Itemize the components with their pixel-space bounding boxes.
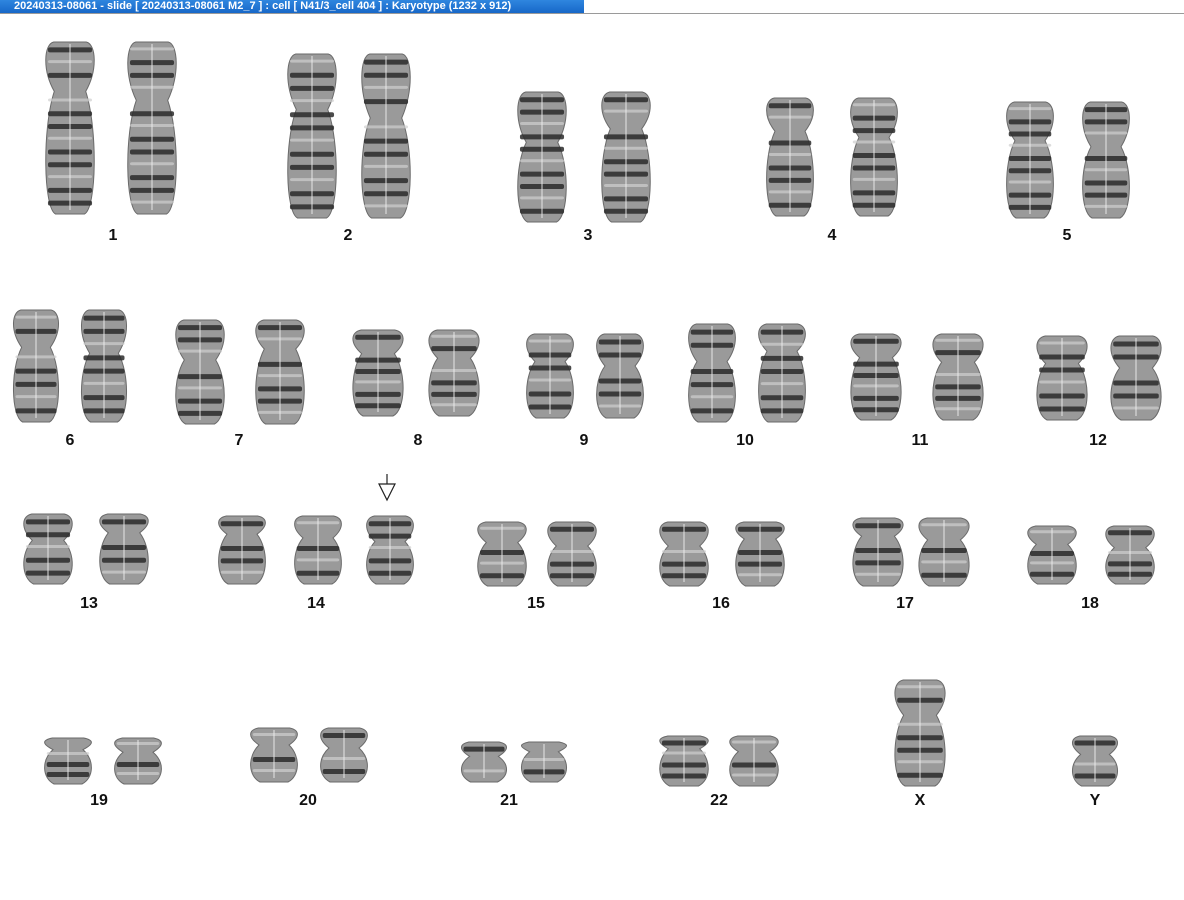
chromosome-label-22: 22: [710, 792, 728, 809]
abnormality-arrow-icon: [378, 474, 396, 502]
chromosome-4-1[interactable]: [762, 94, 818, 218]
chromosome-16-1[interactable]: [655, 518, 713, 588]
chromosome-14-1[interactable]: [214, 512, 270, 586]
chromosome-14-3[interactable]: [362, 512, 418, 586]
chromosome-5-2[interactable]: [1078, 98, 1134, 220]
chromosome-label-3: 3: [583, 227, 593, 244]
chromosome-12-1[interactable]: [1032, 332, 1092, 422]
title-divider: [0, 13, 1184, 14]
chromosome-4-2[interactable]: [846, 94, 902, 218]
chromosome-9-2[interactable]: [592, 330, 648, 420]
chromosome-1-1[interactable]: [41, 38, 99, 216]
chromosome-label-8: 8: [413, 432, 423, 449]
chromosome-label-y: Y: [1089, 792, 1101, 809]
chromosome-label-14: 14: [307, 595, 325, 612]
chromosome-7-1[interactable]: [171, 316, 229, 426]
chromosome-label-20: 20: [299, 792, 317, 809]
chromosome-20-2[interactable]: [316, 724, 372, 784]
chromosome-label-4: 4: [827, 227, 837, 244]
chromosome-22-2[interactable]: [725, 732, 783, 788]
chromosome-2-2[interactable]: [357, 50, 415, 220]
chromosome-3-2[interactable]: [597, 88, 655, 224]
chromosome-label-9: 9: [579, 432, 589, 449]
chromosome-20-1[interactable]: [246, 724, 302, 784]
chromosome-2-1[interactable]: [283, 50, 341, 220]
chromosome-label-21: 21: [500, 792, 518, 809]
chromosome-15-1[interactable]: [473, 518, 531, 588]
chromosome-11-2[interactable]: [928, 330, 988, 422]
chromosome-19-1[interactable]: [40, 734, 96, 786]
chromosome-label-11: 11: [911, 432, 929, 449]
chromosome-12-2[interactable]: [1106, 332, 1166, 422]
chromosome-17-2[interactable]: [914, 514, 974, 588]
chromosome-label-17: 17: [896, 595, 914, 612]
chromosome-19-2[interactable]: [110, 734, 166, 786]
chromosome-label-x: X: [914, 792, 926, 809]
chromosome-18-1[interactable]: [1023, 522, 1081, 586]
chromosome-1-2[interactable]: [123, 38, 181, 216]
chromosome-14-2[interactable]: [290, 512, 346, 586]
chromosome-10-2[interactable]: [754, 320, 810, 424]
chromosome-9-1[interactable]: [522, 330, 578, 420]
chromosome-11-1[interactable]: [846, 330, 906, 422]
chromosome-13-1[interactable]: [19, 510, 77, 586]
chromosome-label-7: 7: [234, 432, 244, 449]
chromosome-21-1[interactable]: [457, 738, 511, 784]
chromosome-6-2[interactable]: [77, 306, 131, 424]
chromosome-22-1[interactable]: [655, 732, 713, 788]
chromosome-8-1[interactable]: [348, 326, 408, 418]
chromosome-label-2: 2: [343, 227, 353, 244]
chromosome-x-1[interactable]: [890, 676, 950, 788]
chromosome-label-5: 5: [1062, 227, 1072, 244]
chromosome-label-13: 13: [80, 595, 98, 612]
chromosome-label-10: 10: [736, 432, 754, 449]
chromosome-label-18: 18: [1081, 595, 1099, 612]
chromosome-label-15: 15: [527, 595, 545, 612]
chromosome-label-16: 16: [712, 595, 730, 612]
chromosome-label-1: 1: [108, 227, 118, 244]
chromosome-3-1[interactable]: [513, 88, 571, 224]
chromosome-15-2[interactable]: [543, 518, 601, 588]
chromosome-6-1[interactable]: [9, 306, 63, 424]
chromosome-8-2[interactable]: [424, 326, 484, 418]
chromosome-5-1[interactable]: [1002, 98, 1058, 220]
chromosome-7-2[interactable]: [251, 316, 309, 426]
chromosome-17-1[interactable]: [848, 514, 908, 588]
chromosome-13-2[interactable]: [95, 510, 153, 586]
window-title: 20240313-08061 - slide [ 20240313-08061 …: [0, 0, 584, 14]
chromosome-y-1[interactable]: [1068, 732, 1122, 788]
chromosome-16-2[interactable]: [731, 518, 789, 588]
chromosome-label-6: 6: [65, 432, 75, 449]
chromosome-21-2[interactable]: [517, 738, 571, 784]
chromosome-10-1[interactable]: [684, 320, 740, 424]
chromosome-18-2[interactable]: [1101, 522, 1159, 586]
chromosome-label-19: 19: [90, 792, 108, 809]
chromosome-label-12: 12: [1089, 432, 1107, 449]
